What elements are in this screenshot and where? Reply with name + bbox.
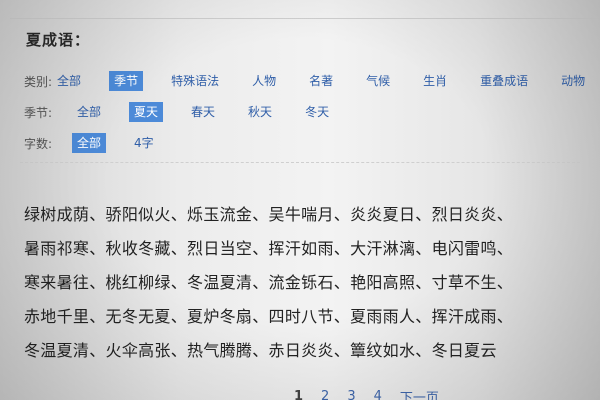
idiom-separator: 、 [252, 307, 269, 326]
idiom-separator: 、 [89, 205, 106, 224]
screen: 夏成语： 类别: 全部 季节 特殊语法 人物 名著 气候 生肖 重叠成语 动物 … [0, 0, 600, 400]
filter-option-zodiac[interactable]: 生肖 [418, 71, 452, 91]
filter-row-length: 字数: 全部 4字 [24, 129, 600, 157]
idiom-separator: 、 [496, 205, 514, 224]
idiom-separator: 、 [415, 205, 432, 224]
idiom-separator: 、 [496, 273, 514, 292]
idiom-item[interactable]: 夏炉冬扇 [187, 307, 252, 326]
idiom-separator: 、 [252, 205, 269, 224]
idiom-item[interactable]: 冬日夏云 [432, 341, 497, 360]
idiom-separator: 、 [415, 239, 432, 258]
idiom-separator: 、 [170, 341, 188, 360]
idiom-item[interactable]: 赤地千里 [24, 307, 89, 326]
idiom-item[interactable]: 骄阳似火 [106, 205, 171, 224]
idiom-separator: 、 [170, 307, 188, 326]
idiom-item[interactable]: 寸草不生 [432, 273, 497, 292]
idiom-item[interactable]: 簟纹如水 [350, 341, 415, 360]
season-option-spring[interactable]: 春天 [186, 102, 220, 122]
idiom-separator: 、 [333, 341, 351, 360]
idiom-item[interactable]: 赤日炎炎 [269, 341, 334, 360]
idiom-item[interactable]: 无冬无夏 [106, 307, 171, 326]
idiom-separator: 、 [89, 341, 106, 360]
filter-option-character[interactable]: 人物 [247, 71, 281, 91]
filter-label: 季节: [24, 105, 53, 120]
idiom-line: 赤地千里、无冬无夏、夏炉冬扇、四时八节、夏雨雨人、挥汗成雨、 [24, 303, 600, 337]
idiom-item[interactable]: 冬温夏清 [187, 273, 252, 292]
idiom-panel: 夏成语： 类别: 全部 季节 特殊语法 人物 名著 气候 生肖 重叠成语 动物 … [10, 18, 600, 400]
idiom-line: 暑雨祁寒、秋收冬藏、烈日当空、挥汗如雨、大汗淋漓、电闪雷鸣、 [24, 235, 600, 269]
idiom-separator: 、 [415, 341, 432, 360]
idiom-separator: 、 [333, 239, 351, 258]
filter-row-season: 季节: 全部 夏天 春天 秋天 冬天 [24, 98, 600, 126]
idiom-item[interactable]: 挥汗成雨 [432, 307, 497, 326]
filter-label: 类别: [24, 74, 53, 89]
idiom-separator: 、 [170, 205, 188, 224]
next-page-link[interactable]: 下一页 [400, 387, 439, 400]
idiom-separator: 、 [89, 273, 106, 292]
idiom-item[interactable]: 挥汗如雨 [269, 239, 334, 258]
idiom-item[interactable]: 流金铄石 [269, 273, 334, 292]
filter-option-special-grammar[interactable]: 特殊语法 [166, 71, 224, 91]
divider [20, 162, 580, 163]
filter-option-climate[interactable]: 气候 [361, 71, 395, 91]
filter-section: 类别: 全部 季节 特殊语法 人物 名著 气候 生肖 重叠成语 动物 季节: 全… [24, 67, 600, 160]
idiom-separator: 、 [415, 307, 432, 326]
length-option-four-char[interactable]: 4字 [129, 133, 159, 153]
idiom-separator: 、 [333, 273, 351, 292]
idiom-item[interactable]: 火伞高张 [106, 341, 171, 360]
season-option-all[interactable]: 全部 [72, 102, 106, 122]
idiom-item[interactable]: 暑雨祁寒 [24, 239, 89, 258]
idiom-item[interactable]: 炎炎夏日 [350, 205, 415, 224]
length-option-all[interactable]: 全部 [72, 133, 107, 153]
idiom-item[interactable]: 烈日当空 [187, 239, 252, 258]
filter-option-all[interactable]: 全部 [52, 71, 86, 91]
idiom-item[interactable]: 吴牛喘月 [269, 205, 334, 224]
idiom-separator: 、 [496, 239, 514, 258]
page-link[interactable]: 2 [321, 389, 329, 400]
idiom-item[interactable]: 艳阳高照 [350, 273, 415, 292]
idiom-separator: 、 [252, 239, 269, 258]
pagination: 1 2 3 4 下一页 [294, 387, 457, 400]
idiom-separator: 、 [333, 307, 351, 326]
filter-option-season[interactable]: 季节 [109, 71, 144, 91]
idiom-separator: 、 [252, 273, 269, 292]
filter-row-category: 类别: 全部 季节 特殊语法 人物 名著 气候 生肖 重叠成语 动物 [24, 67, 600, 95]
page-link[interactable]: 1 [294, 389, 303, 400]
page-title: 夏成语： [26, 31, 91, 49]
page-link[interactable]: 3 [347, 389, 355, 400]
idiom-separator: 、 [252, 341, 269, 360]
page-link[interactable]: 4 [374, 389, 382, 400]
idiom-item[interactable]: 桃红柳绿 [106, 273, 171, 292]
idiom-item[interactable]: 寒来暑往 [24, 273, 89, 292]
idiom-separator: 、 [415, 273, 432, 292]
idiom-item[interactable]: 大汗淋漓 [350, 239, 415, 258]
idiom-separator: 、 [89, 307, 106, 326]
idiom-separator: 、 [170, 273, 188, 292]
filter-option-reduplicated[interactable]: 重叠成语 [475, 71, 533, 91]
filter-label: 字数: [24, 136, 53, 151]
idiom-item[interactable]: 夏雨雨人 [350, 307, 415, 326]
idiom-line: 冬温夏清、火伞高张、热气腾腾、赤日炎炎、簟纹如水、冬日夏云 [24, 337, 600, 371]
season-option-winter[interactable]: 冬天 [300, 102, 334, 122]
idiom-item[interactable]: 冬温夏清 [24, 341, 89, 360]
idiom-item[interactable]: 电闪雷鸣 [432, 239, 497, 258]
filter-option-animals[interactable]: 动物 [556, 71, 590, 91]
idiom-item[interactable]: 热气腾腾 [187, 341, 252, 360]
idiom-line: 寒来暑往、桃红柳绿、冬温夏清、流金铄石、艳阳高照、寸草不生、 [24, 269, 600, 303]
idiom-item[interactable]: 烁玉流金 [187, 205, 252, 224]
idiom-item[interactable]: 四时八节 [269, 307, 334, 326]
season-option-autumn[interactable]: 秋天 [243, 102, 277, 122]
idiom-list: 绿树成荫、骄阳似火、烁玉流金、吴牛喘月、炎炎夏日、烈日炎炎、 暑雨祁寒、秋收冬藏、… [24, 201, 600, 371]
idiom-separator: 、 [496, 307, 514, 326]
idiom-separator: 、 [170, 239, 188, 258]
season-option-summer[interactable]: 夏天 [129, 102, 164, 122]
idiom-line: 绿树成荫、骄阳似火、烁玉流金、吴牛喘月、炎炎夏日、烈日炎炎、 [24, 201, 600, 235]
idiom-item[interactable]: 绿树成荫 [24, 205, 89, 224]
idiom-item[interactable]: 烈日炎炎 [432, 205, 497, 224]
idiom-item[interactable]: 秋收冬藏 [106, 239, 171, 258]
idiom-separator: 、 [333, 205, 351, 224]
filter-option-classics[interactable]: 名著 [304, 71, 338, 91]
idiom-separator: 、 [89, 239, 106, 258]
